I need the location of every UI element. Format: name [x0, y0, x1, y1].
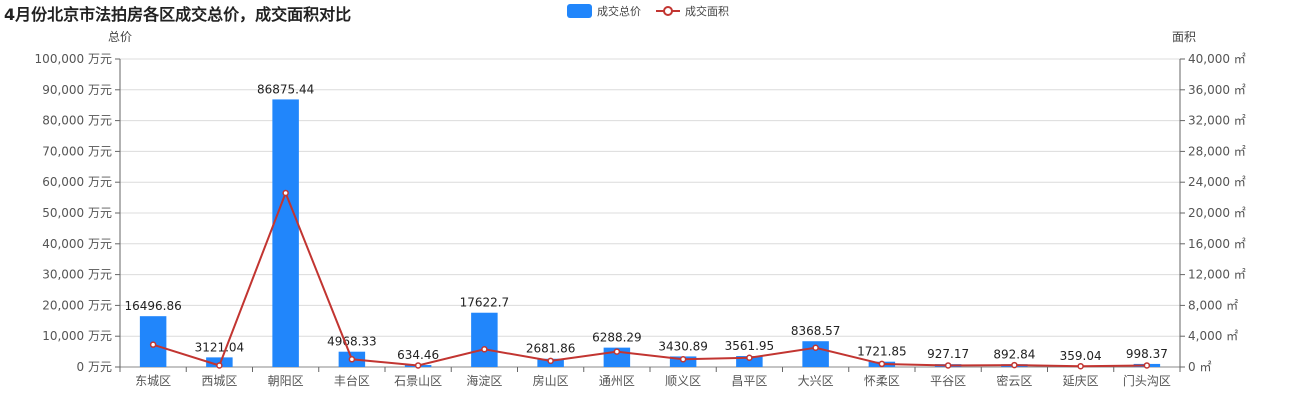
- right-tick-label: 8,000 ㎡: [1188, 298, 1238, 312]
- right-axis-name: 面积: [1172, 30, 1196, 44]
- line-point[interactable]: [216, 362, 223, 369]
- right-tick-label: 24,000 ㎡: [1188, 175, 1246, 189]
- right-tick-label: 4,000 ㎡: [1188, 329, 1238, 343]
- right-tick-label: 12,000 ㎡: [1188, 268, 1246, 282]
- x-tick-label: 延庆区: [1063, 374, 1099, 388]
- left-tick-label: 50,000 万元: [42, 206, 112, 220]
- left-tick-label: 100,000 万元: [35, 52, 112, 66]
- bar-value-label: 3430.89: [658, 339, 708, 353]
- line-point[interactable]: [746, 354, 753, 362]
- right-tick-label: 0 ㎡: [1188, 360, 1211, 374]
- x-tick-label: 平谷区: [930, 374, 966, 388]
- line-point[interactable]: [679, 356, 687, 363]
- bar-value-label: 16496.86: [124, 299, 181, 313]
- line-point[interactable]: [348, 356, 356, 363]
- bar[interactable]: [471, 312, 498, 367]
- line-point[interactable]: [282, 189, 289, 197]
- left-tick-label: 10,000 万元: [42, 329, 112, 343]
- bar-value-label: 634.46: [397, 348, 439, 362]
- bar-value-label: 86875.44: [257, 82, 314, 96]
- right-tick-label: 16,000 ㎡: [1188, 237, 1246, 251]
- left-axis-ticks: 0 万元 10,000 万元 20,000 万元 30,000 万元 40,000 万元…: [35, 52, 121, 374]
- left-tick-label: 60,000 万元: [42, 175, 112, 189]
- x-tick-label: 大兴区: [798, 374, 834, 388]
- legend-item-total-price[interactable]: 成交总价: [597, 4, 641, 18]
- bar-value-label: 3121.04: [195, 340, 245, 354]
- left-tick-label: 40,000 万元: [42, 237, 112, 251]
- right-tick-label: 20,000 ㎡: [1188, 206, 1246, 220]
- x-tick-label: 昌平区: [731, 374, 767, 388]
- left-axis-name: 总价: [108, 30, 132, 44]
- chart-title: 4月份北京市法拍房各区成交总价，成交面积对比: [4, 5, 351, 24]
- legend-item-area[interactable]: 成交面积: [685, 4, 729, 18]
- x-tick-label: 房山区: [533, 373, 569, 388]
- left-tick-label: 20,000 万元: [42, 298, 112, 312]
- line-point[interactable]: [812, 344, 819, 351]
- right-tick-label: 36,000 ㎡: [1188, 83, 1246, 97]
- line-point[interactable]: [1143, 362, 1151, 369]
- x-tick-label: 石景山区: [394, 374, 442, 388]
- x-tick-label: 密云区: [996, 373, 1032, 388]
- line-point[interactable]: [1011, 361, 1018, 369]
- legend-line-marker: [663, 6, 673, 16]
- left-tick-label: 30,000 万元: [42, 268, 112, 282]
- left-tick-label: 0 万元: [77, 360, 112, 374]
- right-tick-label: 28,000 ㎡: [1188, 144, 1246, 158]
- x-tick-label: 海淀区: [466, 373, 502, 388]
- bar-value-label: 998.37: [1126, 347, 1168, 361]
- x-tick-label: 门头沟区: [1123, 373, 1171, 388]
- bar-value-label: 359.04: [1060, 349, 1102, 363]
- line-point[interactable]: [414, 362, 422, 369]
- bar-value-label: 1721.85: [857, 345, 907, 359]
- legend[interactable]: 成交总价 成交面积: [567, 4, 729, 18]
- line-point[interactable]: [149, 341, 157, 348]
- legend-bar-swatch: [567, 4, 592, 18]
- x-tick-label: 西城区: [201, 374, 237, 388]
- bar-value-label: 3561.95: [725, 339, 775, 353]
- bar-value-label: 892.84: [993, 347, 1035, 361]
- line-point[interactable]: [481, 346, 488, 353]
- right-axis-ticks: 0 ㎡ 4,000 ㎡ 8,000 ㎡ 12,000 ㎡ 16,000 ㎡ 20,000 …: [1179, 52, 1246, 374]
- x-tick-label: 通州区: [599, 374, 635, 388]
- bar-value-label: 8368.57: [791, 324, 841, 338]
- line-point[interactable]: [944, 362, 952, 369]
- line-point[interactable]: [878, 360, 886, 368]
- right-tick-label: 32,000 ㎡: [1188, 114, 1246, 128]
- bar-value-label: 927.17: [927, 347, 969, 361]
- bar-value-label: 6288.29: [592, 331, 642, 345]
- area-line: [152, 190, 1147, 368]
- bar-series: [139, 99, 1161, 367]
- left-tick-label: 80,000 万元: [42, 114, 112, 128]
- line-point[interactable]: [547, 357, 554, 365]
- x-axis: 东城区 西城区 朝阳区 丰台区 石景山区 海淀区 房山区 通州区 顺义区 昌平区 大兴区 怀柔区 平谷区…: [119, 367, 1181, 388]
- x-tick-label: 朝阳区: [268, 374, 304, 388]
- bar-value-label: 17622.7: [460, 296, 510, 310]
- line-point[interactable]: [1077, 362, 1084, 370]
- bar[interactable]: [272, 99, 299, 367]
- chart: 4月份北京市法拍房各区成交总价，成交面积对比 成交总价 成交面积 总价 面积 0…: [4, 4, 1246, 388]
- right-tick-label: 40,000 ㎡: [1188, 52, 1246, 66]
- line-point[interactable]: [613, 348, 621, 355]
- x-tick-label: 怀柔区: [864, 374, 900, 388]
- x-tick-label: 顺义区: [665, 374, 701, 388]
- bar-value-label: 2681.86: [526, 342, 576, 356]
- line-series: [149, 189, 1151, 370]
- x-tick-label: 东城区: [135, 374, 171, 388]
- x-tick-label: 丰台区: [334, 373, 370, 388]
- left-tick-label: 90,000 万元: [42, 83, 112, 97]
- bar-value-label: 4968.33: [327, 335, 377, 349]
- left-tick-label: 70,000 万元: [42, 144, 112, 158]
